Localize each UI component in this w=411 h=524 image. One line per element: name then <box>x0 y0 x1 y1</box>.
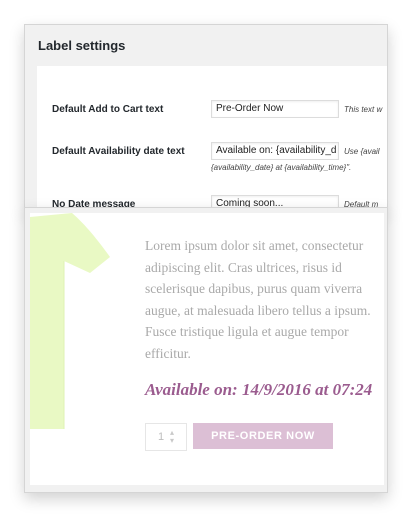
description-line: augue, at malesuada libero tellus a ipsu… <box>145 302 371 318</box>
stepper-arrows-icon[interactable]: ▴ ▾ <box>170 429 174 445</box>
description-line: scelerisque dapibus, purus quam viverra <box>145 281 363 297</box>
panel-title: Label settings <box>38 38 126 53</box>
add-to-cart-text-input[interactable]: Pre-Order Now <box>211 100 339 118</box>
availability-date-text-input[interactable]: Available on: {availability_d <box>211 142 339 160</box>
availability-date-label: Default Availability date text <box>52 146 185 157</box>
availability-date-text: Available on: 14/9/2016 at 07:24 <box>145 380 373 399</box>
availability-date-hint-line2: {availability_date} at {availability_tim… <box>211 163 352 172</box>
tshirt-image <box>30 213 110 429</box>
description-line: Fusce tristique ligula et augue tempor <box>145 324 349 340</box>
description-line: adipiscing elit. Cras ultrices, risus id <box>145 259 342 275</box>
description-line: efficitur. <box>145 345 191 361</box>
availability-date-hint: Use {avail <box>344 147 380 156</box>
product-preview: Lorem ipsum dolor sit amet, consectetur … <box>30 213 384 485</box>
product-description: Lorem ipsum dolor sit amet, consectetur … <box>145 235 384 365</box>
settings-form: Default Add to Cart text Pre-Order Now T… <box>37 66 387 211</box>
label-settings-panel: Label settings Default Add to Cart text … <box>24 24 388 212</box>
description-line: Lorem ipsum dolor sit amet, consectetur <box>145 238 364 253</box>
add-to-cart-hint: This text w <box>344 105 383 114</box>
quantity-value: 1 <box>158 431 165 443</box>
quantity-stepper[interactable]: 1 ▴ ▾ <box>145 423 187 451</box>
pre-order-button[interactable]: PRE-ORDER NOW <box>193 423 333 449</box>
product-preview-panel: Lorem ipsum dolor sit amet, consectetur … <box>24 207 388 493</box>
add-to-cart-label: Default Add to Cart text <box>52 104 164 115</box>
